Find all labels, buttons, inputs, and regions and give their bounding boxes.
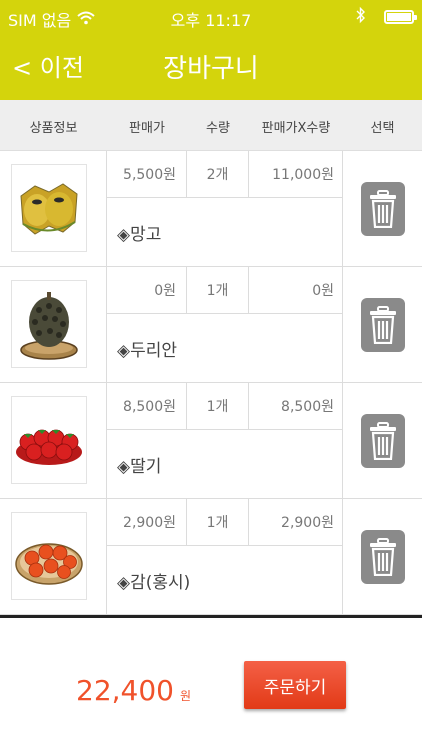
battery-icon — [384, 10, 417, 24]
item-quantity[interactable]: 1개 — [187, 383, 249, 430]
persimmon-image[interactable] — [11, 512, 87, 600]
delete-button[interactable] — [360, 413, 405, 468]
cart-item: 5,500원 2개 11,000원 ◈망고 — [0, 151, 422, 267]
total-amount: 22,400 — [76, 674, 174, 707]
table-header: 상품정보 판매가 수량 판매가X수량 선택 — [0, 100, 422, 151]
cart-item: 2,900원 1개 2,900원 ◈감(홍시) — [0, 499, 422, 615]
app-header: SIM 없음 오후 11:17 < 이전 장바구니 — [0, 0, 422, 100]
trash-icon — [369, 537, 396, 576]
item-quantity[interactable]: 2개 — [187, 151, 249, 198]
status-right — [356, 6, 417, 28]
cart-list: 5,500원 2개 11,000원 ◈망고 0원 1개 0원 ◈두리안 8,50… — [0, 151, 422, 615]
item-price: 2,900원 — [107, 499, 187, 546]
delete-button[interactable] — [360, 529, 405, 584]
cart-item: 8,500원 1개 8,500원 ◈딸기 — [0, 383, 422, 499]
header-select: 선택 — [370, 121, 395, 136]
item-subtotal: 11,000원 — [249, 151, 343, 198]
item-price: 8,500원 — [107, 383, 187, 430]
item-price: 0원 — [107, 267, 187, 314]
item-subtotal: 2,900원 — [249, 499, 343, 546]
header-quantity: 수량 — [206, 121, 230, 136]
nav-bar: < 이전 장바구니 — [0, 34, 422, 100]
status-bar: SIM 없음 오후 11:17 — [0, 0, 422, 34]
trash-icon — [369, 305, 396, 344]
item-subtotal: 8,500원 — [249, 383, 343, 430]
item-name[interactable]: ◈딸기 — [107, 430, 343, 498]
delete-button[interactable] — [360, 181, 405, 236]
delete-cell — [343, 383, 422, 498]
total-unit: 원 — [179, 689, 192, 703]
cart-item: 0원 1개 0원 ◈두리안 — [0, 267, 422, 383]
item-image-cell — [0, 267, 107, 382]
total-price: 22,400 원 — [76, 674, 191, 707]
item-name[interactable]: ◈망고 — [107, 198, 343, 266]
order-button[interactable]: 주문하기 — [244, 661, 346, 709]
item-name[interactable]: ◈감(홍시) — [107, 546, 343, 614]
bluetooth-icon — [356, 6, 366, 28]
header-price: 판매가 — [129, 121, 165, 136]
item-price: 5,500원 — [107, 151, 187, 198]
delete-button[interactable] — [360, 297, 405, 352]
header-subtotal: 판매가X수량 — [261, 121, 331, 136]
trash-icon — [369, 189, 396, 228]
trash-icon — [369, 421, 396, 460]
item-image-cell — [0, 499, 107, 614]
header-product-info: 상품정보 — [29, 121, 78, 136]
item-subtotal: 0원 — [249, 267, 343, 314]
delete-cell — [343, 267, 422, 382]
delete-cell — [343, 151, 422, 266]
strawberry-image[interactable] — [11, 396, 87, 484]
durian-image[interactable] — [11, 280, 87, 368]
item-quantity[interactable]: 1개 — [187, 267, 249, 314]
item-quantity[interactable]: 1개 — [187, 499, 249, 546]
item-image-cell — [0, 383, 107, 498]
mango-image[interactable] — [11, 164, 87, 252]
page-title: 장바구니 — [163, 54, 259, 84]
delete-cell — [343, 499, 422, 614]
item-name[interactable]: ◈두리안 — [107, 314, 343, 382]
item-image-cell — [0, 151, 107, 266]
order-footer: 22,400 원 주문하기 — [0, 618, 422, 750]
